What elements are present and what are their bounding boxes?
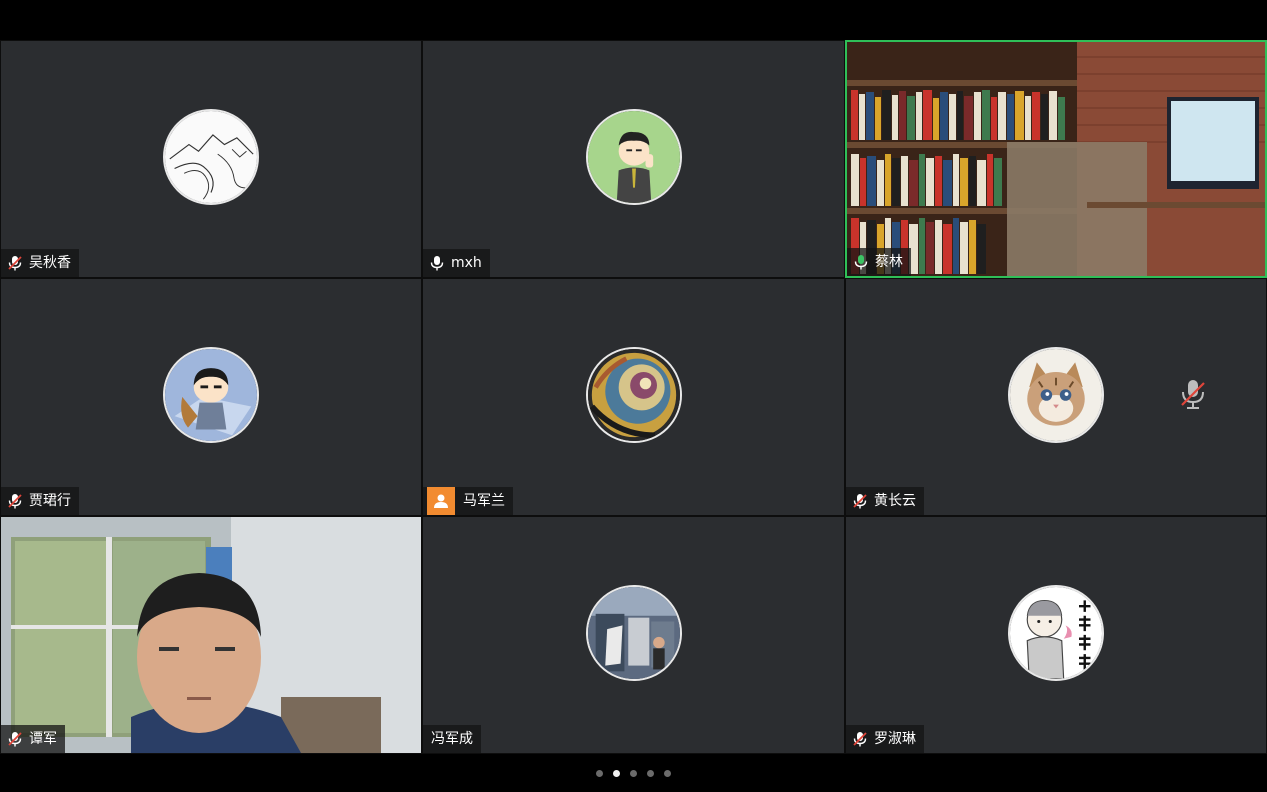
participant-name: 蔡林 bbox=[875, 254, 903, 270]
participant-name: 贾珺行 bbox=[29, 493, 71, 509]
participant-tile[interactable]: mxh bbox=[422, 40, 845, 278]
participant-name: mxh bbox=[451, 255, 482, 271]
page-dot[interactable] bbox=[664, 769, 671, 777]
participant-tile[interactable]: 罗淑琳 bbox=[845, 516, 1267, 754]
participant-name-tag: 蔡林 bbox=[847, 248, 911, 276]
street-photo-avatar bbox=[585, 585, 682, 681]
participant-name-tag: 吴秋香 bbox=[1, 249, 79, 277]
participant-name-tag: 贾珺行 bbox=[1, 487, 79, 515]
participant-name: 谭军 bbox=[29, 731, 57, 747]
participant-name: 吴秋香 bbox=[29, 255, 71, 271]
kitten-avatar bbox=[1008, 347, 1104, 443]
participant-grid: 吴秋香 mxh 蔡林 贾珺行 马军兰 黄长云 谭军 冯军成 罗淑琳 bbox=[0, 40, 1267, 754]
participant-tile[interactable]: 吴秋香 bbox=[0, 40, 422, 278]
person-icon bbox=[427, 487, 455, 515]
muted-mic-icon bbox=[850, 729, 870, 749]
participant-name-tag: 谭军 bbox=[1, 725, 65, 753]
muted-mic-icon bbox=[5, 491, 25, 511]
top-bar bbox=[0, 0, 1267, 40]
participant-name-tag: mxh bbox=[423, 249, 490, 277]
participant-tile[interactable]: 谭军 bbox=[0, 516, 422, 754]
mic-icon bbox=[427, 253, 447, 273]
cartoon-boy-avatar bbox=[163, 347, 259, 443]
participant-tile[interactable]: 贾珺行 bbox=[0, 278, 422, 516]
live-camera-video bbox=[1, 517, 421, 753]
participant-name-tag: 罗淑琳 bbox=[846, 725, 924, 753]
muted-mic-icon bbox=[850, 491, 870, 511]
page-dot-current[interactable] bbox=[613, 769, 620, 777]
participant-name-tag: 黄长云 bbox=[846, 487, 924, 515]
participant-name-tag: 冯军成 bbox=[423, 725, 481, 753]
bookshelf-video bbox=[847, 42, 1265, 276]
page-dot[interactable] bbox=[630, 769, 637, 777]
participant-name: 马军兰 bbox=[463, 493, 505, 509]
muted-mic-icon bbox=[1178, 377, 1208, 411]
participant-tile[interactable]: 冯军成 bbox=[422, 516, 845, 754]
mountain-sketch-avatar bbox=[163, 109, 259, 205]
muted-mic-icon bbox=[5, 729, 25, 749]
participant-tile[interactable]: 马军兰 bbox=[422, 278, 845, 516]
participant-name: 罗淑琳 bbox=[874, 731, 916, 747]
participant-name: 冯军成 bbox=[431, 731, 473, 747]
page-indicator[interactable] bbox=[0, 754, 1267, 792]
page-dot[interactable] bbox=[647, 769, 654, 777]
spiral-shell-avatar bbox=[585, 347, 682, 443]
muted-mic-icon bbox=[5, 253, 25, 273]
participant-tile-active[interactable]: 蔡林 bbox=[845, 40, 1267, 278]
participant-tile[interactable]: 黄长云 bbox=[845, 278, 1267, 516]
speaking-mic-icon bbox=[851, 252, 871, 272]
participant-name: 黄长云 bbox=[874, 493, 916, 509]
page-dot[interactable] bbox=[596, 769, 603, 777]
monk-cartoon-avatar bbox=[1008, 585, 1104, 681]
cartoon-man-avatar bbox=[585, 109, 682, 205]
participant-name-tag: 马军兰 bbox=[423, 487, 513, 515]
